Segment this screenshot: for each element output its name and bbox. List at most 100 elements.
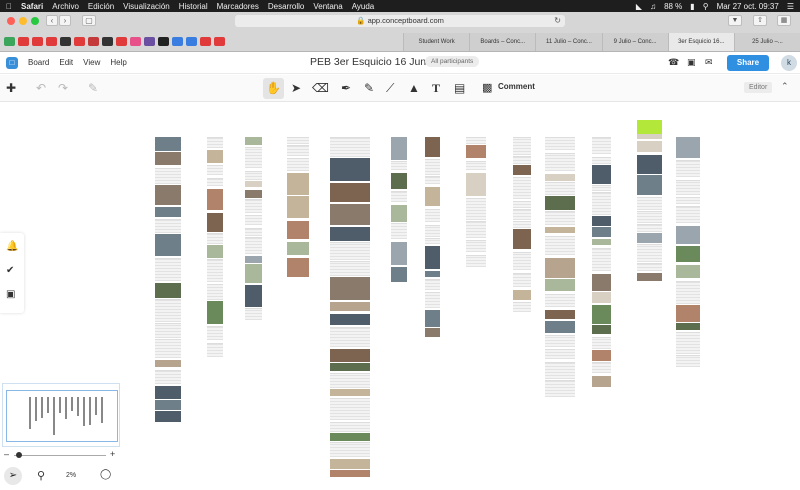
board-image[interactable] xyxy=(676,137,700,158)
browser-tab[interactable]: 9 Julio – Conc... xyxy=(601,33,668,51)
board-image[interactable] xyxy=(330,470,370,477)
favorite-bookmark-icon[interactable] xyxy=(32,36,43,46)
board-sheet[interactable] xyxy=(513,137,531,155)
line-tool-icon[interactable]: ⟋ xyxy=(386,81,394,96)
board-sheet[interactable] xyxy=(513,209,531,220)
board-image[interactable] xyxy=(207,150,223,163)
participants-filter[interactable]: All participants xyxy=(425,56,480,67)
board-sheet[interactable] xyxy=(425,176,440,184)
user-avatar[interactable]: k xyxy=(781,55,797,71)
board-sheet[interactable] xyxy=(245,228,262,236)
minimap[interactable] xyxy=(2,383,120,447)
board-image[interactable] xyxy=(676,226,700,244)
board-sheet[interactable] xyxy=(545,137,575,150)
call-icon[interactable]: ☎ xyxy=(668,57,679,68)
board-sheet[interactable] xyxy=(676,197,700,204)
board-sheet[interactable] xyxy=(637,211,662,223)
menu-board[interactable]: Board xyxy=(28,58,49,67)
conceptboard-logo-icon[interactable]: □ xyxy=(6,56,18,69)
board-column[interactable] xyxy=(466,137,486,267)
minimize-window-button[interactable] xyxy=(19,17,27,25)
sections-icon[interactable]: ▣ xyxy=(6,289,15,300)
board-image[interactable] xyxy=(391,173,407,189)
browser-tab[interactable]: Student Work xyxy=(403,33,470,51)
navigator-compass-icon[interactable]: ➢ xyxy=(4,467,22,485)
menu-ayuda[interactable]: Ayuda xyxy=(352,2,375,11)
board-sheet[interactable] xyxy=(245,215,262,225)
board-sheet[interactable] xyxy=(425,225,440,237)
favorite-bookmark-icon[interactable] xyxy=(186,36,197,46)
board-sheet[interactable] xyxy=(155,168,181,184)
reload-icon[interactable]: ↻ xyxy=(554,15,561,27)
browser-tab[interactable]: 11 Julio – Conc... xyxy=(535,33,602,51)
board-sheet[interactable] xyxy=(391,161,407,170)
board-image[interactable] xyxy=(545,279,575,291)
menu-edit[interactable]: Edit xyxy=(59,58,73,67)
board-column[interactable] xyxy=(287,137,309,277)
board-sheet[interactable] xyxy=(545,294,575,307)
board-sheet[interactable] xyxy=(207,343,223,357)
board-sheet[interactable] xyxy=(466,198,486,220)
menu-help[interactable]: Help xyxy=(110,58,126,67)
board-canvas[interactable] xyxy=(0,103,800,490)
share-button[interactable]: Share xyxy=(727,55,769,71)
board-image[interactable] xyxy=(513,165,531,175)
board-sheet[interactable] xyxy=(592,185,611,191)
board-image[interactable] xyxy=(466,173,486,196)
board-sheet[interactable] xyxy=(155,323,181,338)
board-sheet[interactable] xyxy=(425,159,440,175)
board-column[interactable] xyxy=(155,137,181,422)
board-sheet[interactable] xyxy=(676,355,700,367)
board-image[interactable] xyxy=(155,283,181,298)
board-image[interactable] xyxy=(155,152,181,165)
board-image[interactable] xyxy=(592,325,611,334)
board-sheet[interactable] xyxy=(676,206,700,223)
favorite-bookmark-icon[interactable] xyxy=(4,36,15,46)
board-image[interactable] xyxy=(245,137,262,145)
board-image[interactable] xyxy=(330,349,370,362)
board-sheet[interactable] xyxy=(245,199,262,213)
board-sheet[interactable] xyxy=(466,221,486,238)
board-image[interactable] xyxy=(155,207,181,217)
board-sheet[interactable] xyxy=(330,442,370,457)
tasks-check-icon[interactable]: ✔ xyxy=(6,265,14,276)
board-image[interactable] xyxy=(245,264,262,283)
favorite-bookmark-icon[interactable] xyxy=(60,36,71,46)
board-image[interactable] xyxy=(676,246,700,262)
address-bar[interactable]: 🔒 app.conceptboard.com ↻ xyxy=(235,15,565,27)
board-image[interactable] xyxy=(391,205,407,222)
board-sheet[interactable] xyxy=(513,302,531,312)
board-sheet[interactable] xyxy=(425,209,440,222)
board-sheet[interactable] xyxy=(592,248,611,271)
board-sheet[interactable] xyxy=(207,178,223,186)
minimap-viewport[interactable] xyxy=(6,390,118,442)
spotlight-icon[interactable]: ⚲ xyxy=(703,2,709,11)
board-sheet[interactable] xyxy=(155,299,181,322)
board-image[interactable] xyxy=(155,400,181,410)
board-image[interactable] xyxy=(330,158,370,181)
board-image[interactable] xyxy=(330,363,370,371)
tab-overview-icon[interactable]: ▦ xyxy=(777,15,791,26)
board-image[interactable] xyxy=(155,360,181,367)
board-image[interactable] xyxy=(466,145,486,158)
board-sheet[interactable] xyxy=(207,233,223,244)
sticky-note-tool-icon[interactable]: ▤ xyxy=(454,81,465,95)
board-column[interactable] xyxy=(245,137,262,327)
board-image[interactable] xyxy=(245,181,262,187)
board-sheet[interactable] xyxy=(545,182,575,195)
apple-icon[interactable]:  xyxy=(6,2,12,11)
magnifier-icon[interactable]: ⚲ xyxy=(37,469,45,482)
menu-view[interactable]: View xyxy=(83,58,100,67)
board-image[interactable] xyxy=(637,175,662,195)
board-sheet[interactable] xyxy=(637,263,662,271)
board-image[interactable] xyxy=(592,305,611,324)
browser-tab[interactable]: Boards – Conc... xyxy=(469,33,536,51)
board-sheet[interactable] xyxy=(330,137,370,157)
zoom-slider-track[interactable] xyxy=(14,455,106,456)
zoom-level[interactable]: 2% xyxy=(66,472,76,479)
board-column[interactable] xyxy=(513,137,531,312)
board-image[interactable] xyxy=(391,137,407,160)
board-sheet[interactable] xyxy=(466,240,486,252)
board-image[interactable] xyxy=(592,216,611,226)
board-sheet[interactable] xyxy=(637,224,662,232)
